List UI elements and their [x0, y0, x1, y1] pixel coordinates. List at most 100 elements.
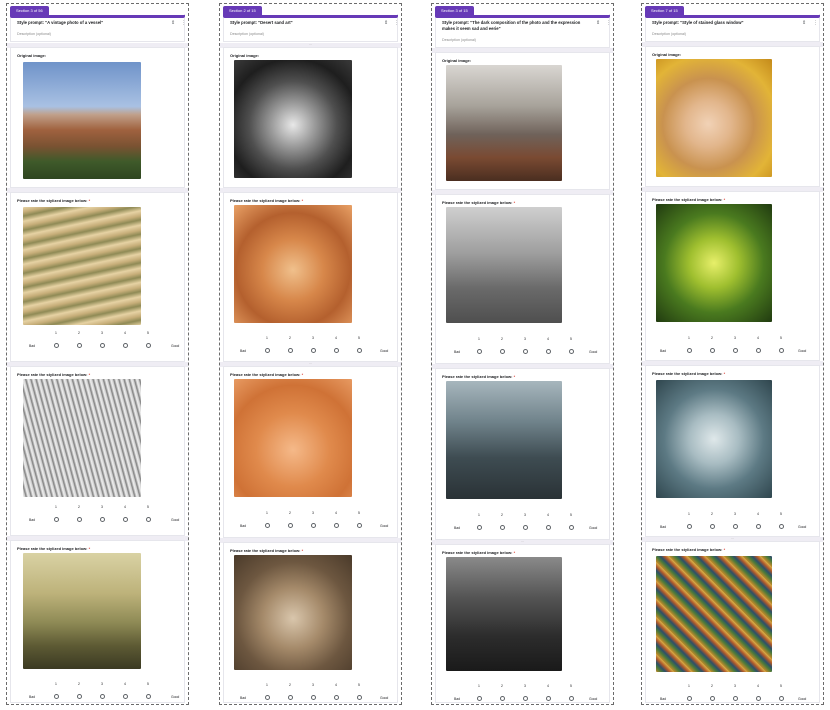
scale-number: 4	[757, 336, 759, 340]
scale-number: 4	[335, 683, 337, 687]
description-field[interactable]: Description (optional)	[442, 38, 476, 42]
rating-radio-1[interactable]	[265, 695, 270, 700]
scale-number: 1	[55, 682, 57, 686]
rating-radio-2[interactable]	[77, 343, 82, 348]
rating-radio-5[interactable]	[569, 349, 574, 354]
rating-radio-2[interactable]	[500, 525, 505, 530]
rating-radio-5[interactable]	[357, 348, 362, 353]
rating-radio-5[interactable]	[779, 524, 784, 529]
rating-radio-3[interactable]	[100, 694, 105, 699]
rating-radio-1[interactable]	[687, 524, 692, 529]
drag-handle-icon[interactable]: ⋯	[729, 537, 737, 540]
rating-radio-3[interactable]	[733, 524, 738, 529]
rating-radio-1[interactable]	[265, 348, 270, 353]
rating-radio-2[interactable]	[710, 696, 715, 701]
rating-radio-5[interactable]	[146, 343, 151, 348]
rating-radio-4[interactable]	[123, 517, 128, 522]
rating-radio-4[interactable]	[546, 525, 551, 530]
rating-radio-5[interactable]	[569, 696, 574, 701]
description-field[interactable]: Description (optional)	[17, 32, 51, 36]
description-field[interactable]: Description (optional)	[652, 32, 686, 36]
collapse-icon[interactable]: ⇕	[384, 20, 388, 26]
rating-radio-1[interactable]	[477, 349, 482, 354]
drag-handle-icon[interactable]: ⋯	[519, 540, 527, 543]
collapse-icon[interactable]: ⇕	[596, 20, 600, 26]
rating-radio-4[interactable]	[334, 348, 339, 353]
bad-label: Bad	[29, 695, 36, 699]
rating-radio-3[interactable]	[733, 348, 738, 353]
rating-radio-3[interactable]	[523, 696, 528, 701]
more-options-icon[interactable]: ⋮	[394, 20, 399, 26]
good-label: Good	[171, 518, 180, 522]
rating-question-label: Please rate the stylized image below: *	[652, 371, 726, 376]
more-options-icon[interactable]: ⋮	[813, 20, 818, 26]
collapse-icon[interactable]: ⇕	[802, 20, 806, 26]
rating-radio-1[interactable]	[687, 348, 692, 353]
rating-radio-4[interactable]	[756, 348, 761, 353]
rating-radio-2[interactable]	[710, 524, 715, 529]
rating-radio-3[interactable]	[733, 696, 738, 701]
scale-number: 3	[734, 336, 736, 340]
rating-radio-5[interactable]	[779, 696, 784, 701]
rating-radio-1[interactable]	[477, 696, 482, 701]
rating-radio-2[interactable]	[77, 517, 82, 522]
scale-number: 5	[570, 337, 572, 341]
rating-radio-4[interactable]	[334, 695, 339, 700]
rating-radio-2[interactable]	[288, 348, 293, 353]
rating-radio-1[interactable]	[477, 525, 482, 530]
rating-radio-5[interactable]	[779, 348, 784, 353]
rating-radio-1[interactable]	[54, 517, 59, 522]
rating-radio-1[interactable]	[54, 343, 59, 348]
bad-label: Bad	[660, 525, 667, 529]
rating-radio-1[interactable]	[265, 523, 270, 528]
rating-radio-2[interactable]	[500, 349, 505, 354]
rating-radio-2[interactable]	[288, 695, 293, 700]
rating-radio-3[interactable]	[311, 348, 316, 353]
stylized-image-1	[23, 207, 141, 325]
drag-handle-icon[interactable]: ⋯	[307, 43, 315, 46]
rating-radio-5[interactable]	[357, 523, 362, 528]
rating-radio-3[interactable]	[311, 695, 316, 700]
rating-radio-3[interactable]	[100, 517, 105, 522]
collapse-icon[interactable]: ⇕	[171, 20, 175, 26]
rating-radio-4[interactable]	[546, 696, 551, 701]
rating-radio-2[interactable]	[288, 523, 293, 528]
rating-question-label: Please rate the stylized image below: *	[652, 197, 726, 202]
stylized-image-1	[446, 207, 562, 323]
rating-radio-4[interactable]	[334, 523, 339, 528]
rating-radio-3[interactable]	[100, 343, 105, 348]
rating-question-card: Please rate the stylized image below: * …	[10, 192, 185, 362]
bad-label: Bad	[454, 697, 461, 701]
rating-radio-5[interactable]	[569, 525, 574, 530]
rating-radio-2[interactable]	[77, 694, 82, 699]
rating-question-label: Please rate the stylized image below: *	[17, 198, 91, 203]
scale-number: 2	[711, 336, 713, 340]
more-options-icon[interactable]: ⋮	[181, 20, 186, 26]
rating-radio-4[interactable]	[123, 343, 128, 348]
rating-radio-4[interactable]	[756, 524, 761, 529]
rating-radio-4[interactable]	[123, 694, 128, 699]
rating-radio-1[interactable]	[687, 696, 692, 701]
rating-radio-2[interactable]	[500, 696, 505, 701]
stylized-image-1	[234, 205, 352, 323]
scale-number: 2	[501, 513, 503, 517]
rating-radio-5[interactable]	[146, 517, 151, 522]
rating-radio-2[interactable]	[710, 348, 715, 353]
original-image	[23, 62, 141, 179]
rating-radio-1[interactable]	[54, 694, 59, 699]
scale-number: 5	[780, 684, 782, 688]
rating-radio-4[interactable]	[756, 696, 761, 701]
rating-question-label: Please rate the stylized image below: *	[17, 546, 91, 551]
stylized-image-3	[446, 557, 562, 671]
drag-handle-icon[interactable]: ⋯	[307, 362, 315, 365]
rating-radio-3[interactable]	[311, 523, 316, 528]
more-options-icon[interactable]: ⋮	[606, 20, 611, 26]
rating-radio-5[interactable]	[357, 695, 362, 700]
bad-label: Bad	[660, 697, 667, 701]
rating-radio-3[interactable]	[523, 525, 528, 530]
rating-radio-5[interactable]	[146, 694, 151, 699]
description-field[interactable]: Description (optional)	[230, 32, 264, 36]
rating-question-card: Please rate the stylized image below: * …	[223, 366, 398, 538]
rating-radio-4[interactable]	[546, 349, 551, 354]
rating-radio-3[interactable]	[523, 349, 528, 354]
